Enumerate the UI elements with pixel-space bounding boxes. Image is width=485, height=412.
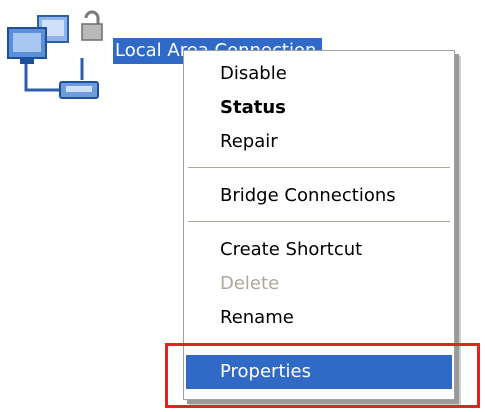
menu-separator [188,221,450,222]
menu-item-rename[interactable]: Rename [186,301,452,335]
menu-separator [188,343,450,344]
menu-item-repair[interactable]: Repair [186,125,452,159]
menu-item-delete: Delete [220,273,280,294]
menu-item-status[interactable]: Status [186,91,452,125]
context-menu: Disable Status Repair Bridge Connections… [183,50,455,400]
menu-item-create-shortcut[interactable]: Create Shortcut [186,233,452,267]
menu-item-disable[interactable]: Disable [186,57,452,91]
menu-item-bridge-connections[interactable]: Bridge Connections [186,179,452,213]
network-connection-icon[interactable] [4,4,108,104]
menu-separator [188,167,450,168]
desktop-area: Local Area Connection Disable Status Rep… [0,0,485,412]
menu-item-properties[interactable]: Properties [186,355,452,389]
